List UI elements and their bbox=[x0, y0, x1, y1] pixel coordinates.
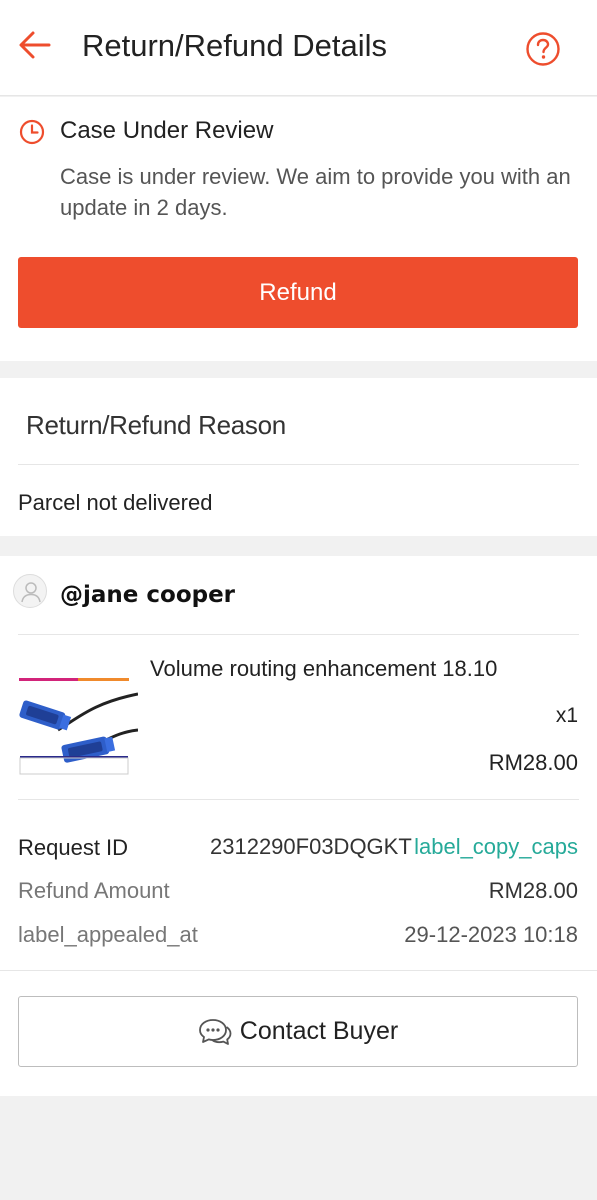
case-status-section: Case Under Review Case is under review. … bbox=[0, 97, 597, 361]
order-detail-section: @jane cooper Volume routing enhancement … bbox=[0, 556, 597, 1096]
appealed-at-label: label_appealed_at bbox=[18, 922, 198, 947]
contact-buyer-button[interactable]: Contact Buyer bbox=[18, 996, 578, 1067]
status-title: Case Under Review bbox=[60, 117, 274, 144]
clock-icon bbox=[19, 119, 45, 145]
arrow-left-icon[interactable] bbox=[18, 30, 52, 60]
product-image[interactable] bbox=[18, 648, 138, 776]
top-app-bar: Return/Refund Details bbox=[0, 0, 597, 96]
seller-name[interactable]: @jane cooper bbox=[60, 582, 235, 608]
request-id-label: Request ID bbox=[18, 835, 129, 860]
divider bbox=[18, 799, 579, 800]
copy-request-id-link[interactable]: label_copy_caps bbox=[414, 834, 578, 860]
contact-buyer-label: Contact Buyer bbox=[239, 1017, 399, 1045]
request-id-value: 2312290F03DQGKT bbox=[210, 834, 412, 859]
divider bbox=[0, 970, 597, 971]
appealed-at-value: 29-12-2023 10:18 bbox=[404, 922, 578, 947]
product-name[interactable]: Volume routing enhancement 18.10 bbox=[150, 656, 497, 682]
chat-bubbles-icon bbox=[198, 1018, 232, 1045]
refund-reason-section: Return/Refund Reason Parcel not delivere… bbox=[0, 378, 597, 536]
status-description: Case is under review. We aim to provide … bbox=[60, 164, 571, 220]
refund-amount-value: RM28.00 bbox=[488, 878, 578, 903]
refund-amount-label: Refund Amount bbox=[18, 878, 170, 903]
reason-title: Return/Refund Reason bbox=[26, 410, 286, 440]
reason-value: Parcel not delivered bbox=[18, 490, 213, 515]
page-title: Return/Refund Details bbox=[82, 28, 387, 63]
product-price: RM28.00 bbox=[488, 750, 578, 775]
divider bbox=[18, 634, 579, 635]
product-quantity: x1 bbox=[555, 704, 578, 727]
refund-button[interactable]: Refund bbox=[18, 257, 578, 328]
question-circle-icon[interactable] bbox=[525, 31, 561, 67]
user-avatar-icon bbox=[13, 574, 47, 608]
divider bbox=[18, 464, 579, 465]
